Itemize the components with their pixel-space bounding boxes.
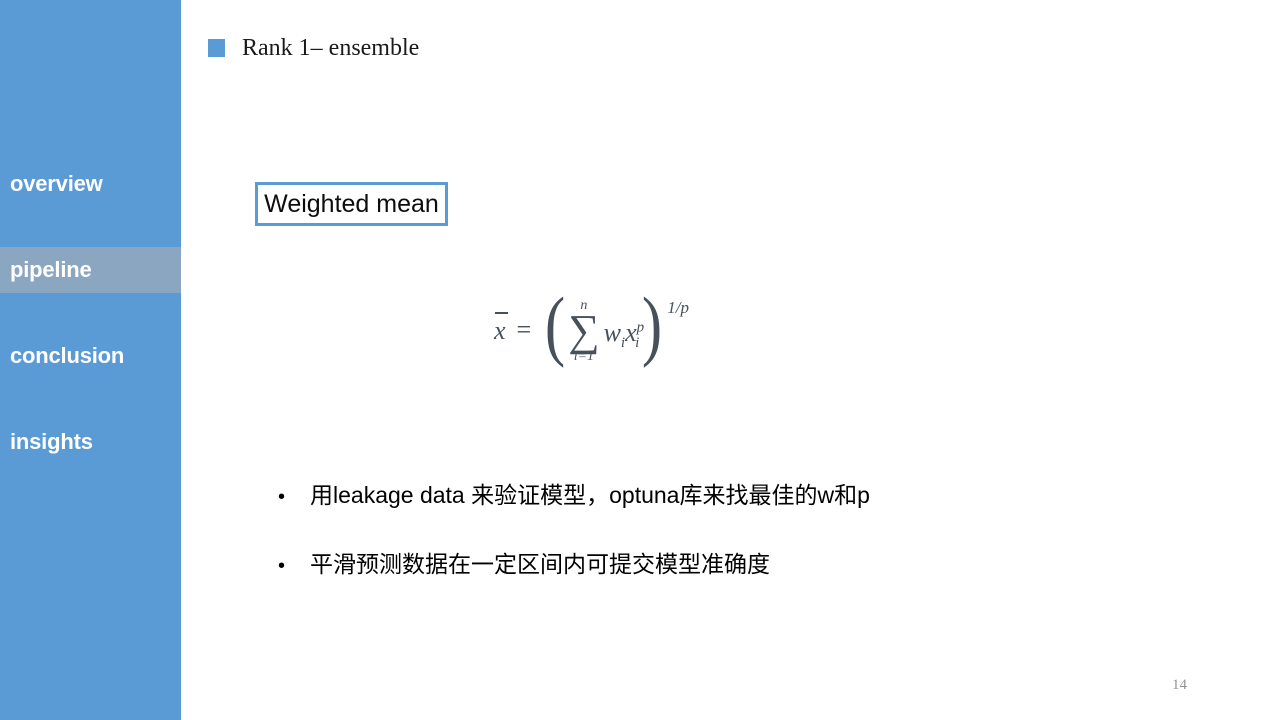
sidebar-item-pipeline[interactable]: pipeline bbox=[0, 247, 181, 293]
list-item-text: 平滑预测数据在一定区间内可提交模型准确度 bbox=[310, 551, 770, 577]
formula-lhs-variable: x bbox=[494, 315, 506, 345]
sum-lower-limit: i=1 bbox=[573, 348, 595, 364]
overbar-icon bbox=[495, 311, 508, 314]
formula-lhs: x bbox=[494, 311, 508, 346]
square-bullet-icon bbox=[208, 39, 225, 57]
sigma-icon: ∑ bbox=[568, 306, 600, 355]
list-item-text: 用leakage data 来验证模型，optuna库来找最佳的w和p bbox=[310, 482, 870, 508]
right-paren-icon: ) bbox=[642, 281, 663, 368]
sidebar-item-overview[interactable]: overview bbox=[0, 161, 181, 207]
sidebar-item-label: overview bbox=[10, 171, 103, 196]
formula-equals: = bbox=[516, 314, 532, 344]
weighted-mean-callout: Weighted mean bbox=[255, 182, 448, 226]
bullet-marker-icon: • bbox=[278, 486, 286, 508]
sidebar-item-label: pipeline bbox=[10, 257, 92, 282]
list-item: • 平滑预测数据在一定区间内可提交模型准确度 bbox=[278, 550, 770, 580]
summation: n ∑ i=1 bbox=[568, 299, 599, 364]
left-paren-icon: ( bbox=[545, 281, 566, 368]
weighted-power-mean-formula: x = ( n ∑ i=1 wixpi ) 1/p bbox=[494, 281, 690, 368]
weighted-mean-label: Weighted mean bbox=[264, 189, 439, 218]
list-item: • 用leakage data 来验证模型，optuna库来找最佳的w和p bbox=[278, 481, 870, 511]
page-title: Rank 1– ensemble bbox=[208, 36, 419, 60]
sidebar-item-label: conclusion bbox=[10, 343, 125, 368]
formula-terms: wixpi bbox=[603, 318, 645, 352]
sidebar-item-label: insights bbox=[10, 429, 93, 454]
weight-symbol: w bbox=[603, 318, 621, 347]
outer-exponent: 1/p bbox=[667, 298, 690, 317]
sidebar: overview pipeline conclusion insights bbox=[0, 0, 181, 720]
sidebar-item-conclusion[interactable]: conclusion bbox=[0, 333, 181, 379]
page-number: 14 bbox=[1172, 677, 1187, 693]
bullet-marker-icon: • bbox=[278, 555, 286, 577]
slide-canvas: overview pipeline conclusion insights Ra… bbox=[0, 0, 1280, 720]
page-title-text: Rank 1– ensemble bbox=[242, 35, 420, 61]
sidebar-item-insights[interactable]: insights bbox=[0, 419, 181, 465]
value-index: i bbox=[635, 335, 640, 352]
formula-group: ( n ∑ i=1 wixpi ) 1/p bbox=[542, 281, 690, 368]
